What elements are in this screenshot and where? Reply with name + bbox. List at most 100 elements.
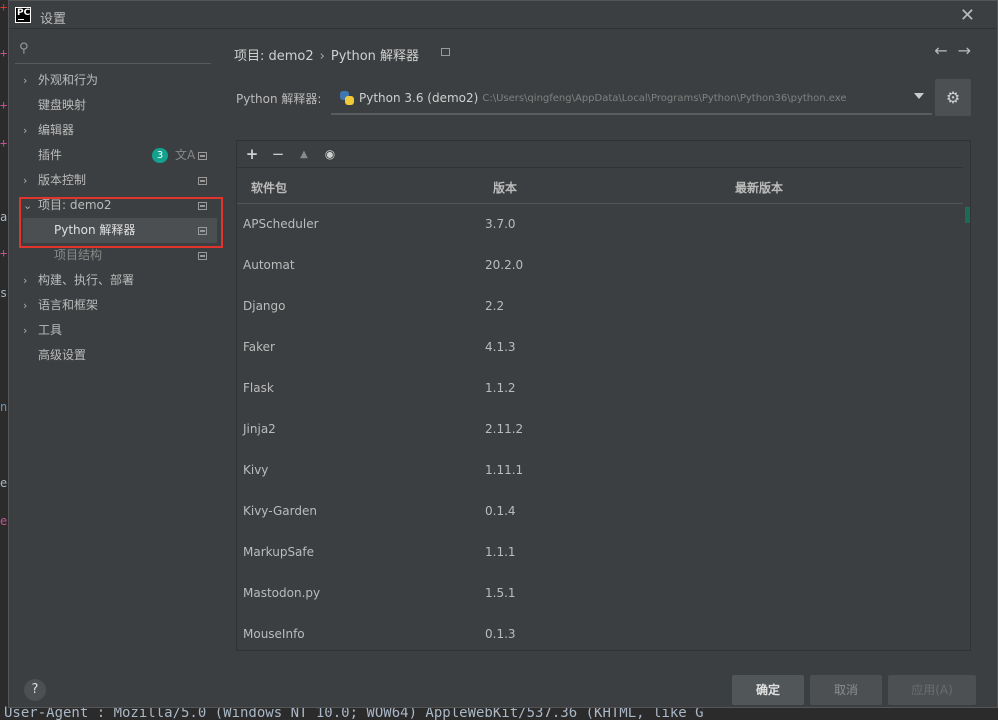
breadcrumb-separator: › <box>319 49 325 64</box>
sidebar-item-label: 版本控制 <box>38 173 87 187</box>
version-cell: 2.2 <box>485 299 505 313</box>
title-bar: PC 设置 ✕ <box>9 1 997 29</box>
add-package-button[interactable]: + <box>239 145 265 163</box>
breadcrumb-project[interactable]: 项目: demo2 <box>234 49 314 64</box>
table-row[interactable]: MouseInfo 0.1.3 <box>237 614 963 655</box>
table-row[interactable]: APScheduler 3.7.0 <box>237 204 963 245</box>
background-editor-gutter: + + + + a + s n e e <box>0 0 8 720</box>
ok-button[interactable]: 确定 <box>732 675 804 705</box>
sidebar-item-keymap[interactable]: 键盘映射 <box>9 93 221 118</box>
close-icon[interactable]: ✕ <box>960 5 975 26</box>
history-navigation: ← → <box>924 41 971 60</box>
settings-dialog: PC 设置 ✕ ⚲ › 外观和行为 键盘映射 › 编辑器 插件 3 文A › 版… <box>8 0 998 708</box>
sidebar-item-label: 插件 <box>38 148 63 162</box>
settings-sidebar: ⚲ › 外观和行为 键盘映射 › 编辑器 插件 3 文A › 版本控制 ⌄ 项目… <box>9 30 223 664</box>
project-scope-icon <box>441 48 450 56</box>
chevron-right-icon: › <box>23 74 28 87</box>
remove-package-button[interactable]: − <box>265 145 291 163</box>
show-early-releases-eye-icon[interactable]: ◉ <box>317 147 343 161</box>
package-name-cell: Faker <box>243 340 275 354</box>
pycharm-logo-icon: PC <box>15 7 31 23</box>
package-name-cell: MouseInfo <box>243 627 305 641</box>
sidebar-item-version-control[interactable]: › 版本控制 <box>9 168 221 193</box>
chevron-right-icon: › <box>23 124 28 137</box>
table-row[interactable]: Automat 20.2.0 <box>237 245 963 286</box>
packages-table-body: APScheduler 3.7.0 Automat 20.2.0 Django 2.2… <box>237 204 963 655</box>
table-row[interactable]: Kivy 1.11.1 <box>237 450 963 491</box>
plugin-updates-badge: 3 <box>152 148 168 163</box>
sidebar-item-label: 工具 <box>38 323 63 337</box>
interpreter-path: C:\Users\qingfeng\AppData\Local\Programs… <box>482 92 847 104</box>
package-name-cell: APScheduler <box>243 217 319 231</box>
interpreter-select[interactable]: Python 3.6 (demo2) C:\Users\qingfeng\App… <box>331 83 932 115</box>
package-name-cell: Kivy <box>243 463 269 477</box>
window-title: 设置 <box>40 12 67 27</box>
version-cell: 4.1.3 <box>485 340 516 354</box>
sidebar-item-label: 构建、执行、部署 <box>38 273 135 287</box>
sidebar-item-build[interactable]: › 构建、执行、部署 <box>9 268 221 293</box>
version-cell: 0.1.4 <box>485 504 516 518</box>
back-arrow-icon[interactable]: ← <box>934 41 947 60</box>
interpreter-settings-button[interactable]: ⚙ <box>935 79 971 116</box>
table-row[interactable]: Kivy-Garden 0.1.4 <box>237 491 963 532</box>
packages-toolbar: + − ▲ ◉ <box>237 141 970 167</box>
package-name-cell: Jinja2 <box>243 422 276 436</box>
sidebar-item-label: 高级设置 <box>38 348 87 362</box>
sidebar-item-languages[interactable]: › 语言和框架 <box>9 293 221 318</box>
packages-panel: + − ▲ ◉ 软件包 版本 最新版本 APScheduler 3.7.0 Aut… <box>236 140 971 651</box>
apply-button[interactable]: 应用(A) <box>888 675 976 705</box>
sidebar-item-appearance[interactable]: › 外观和行为 <box>9 68 221 93</box>
chevron-right-icon: › <box>23 274 28 287</box>
package-name-cell: Kivy-Garden <box>243 504 317 518</box>
table-row[interactable]: Jinja2 2.11.2 <box>237 409 963 450</box>
project-scope-icon <box>198 152 207 160</box>
table-row[interactable]: Faker 4.1.3 <box>237 327 963 368</box>
version-cell: 1.1.2 <box>485 381 516 395</box>
table-scrollbar[interactable] <box>965 207 970 223</box>
sidebar-item-tools[interactable]: › 工具 <box>9 318 221 343</box>
version-cell: 20.2.0 <box>485 258 524 272</box>
search-input[interactable]: ⚲ <box>15 38 211 64</box>
sidebar-item-advanced[interactable]: 高级设置 <box>9 343 221 368</box>
column-header-version[interactable]: 版本 <box>493 179 517 196</box>
version-cell: 2.11.2 <box>485 422 524 436</box>
package-name-cell: Automat <box>243 258 295 272</box>
sidebar-item-editor[interactable]: › 编辑器 <box>9 118 221 143</box>
sidebar-item-label: 语言和框架 <box>38 298 99 312</box>
translate-icon: 文A <box>175 148 196 162</box>
version-cell: 1.11.1 <box>485 463 524 477</box>
sidebar-item-label: 键盘映射 <box>38 98 87 112</box>
breadcrumb: 项目: demo2 › Python 解释器 <box>234 45 419 64</box>
project-scope-icon <box>198 252 207 260</box>
package-name-cell: Django <box>243 299 286 313</box>
table-row[interactable]: MarkupSafe 1.1.1 <box>237 532 963 573</box>
table-row[interactable]: Mastodon.py 1.5.1 <box>237 573 963 614</box>
sidebar-item-label: 编辑器 <box>38 123 75 137</box>
column-header-latest-version[interactable]: 最新版本 <box>735 179 783 196</box>
forward-arrow-icon[interactable]: → <box>958 41 971 60</box>
project-scope-icon <box>198 177 207 185</box>
upgrade-package-button[interactable]: ▲ <box>291 149 317 160</box>
breadcrumb-page: Python 解释器 <box>330 49 420 64</box>
interpreter-name: Python 3.6 (demo2) <box>359 91 479 105</box>
version-cell: 3.7.0 <box>485 217 516 231</box>
chevron-right-icon: › <box>23 174 28 187</box>
column-header-package[interactable]: 软件包 <box>251 179 287 196</box>
interpreter-label: Python 解释器: <box>236 92 322 106</box>
annotation-highlight-box <box>19 197 223 248</box>
version-cell: 1.1.1 <box>485 545 516 559</box>
table-row[interactable]: Django 2.2 <box>237 286 963 327</box>
version-cell: 1.5.1 <box>485 586 516 600</box>
help-button[interactable]: ? <box>24 679 46 701</box>
chevron-right-icon: › <box>23 299 28 312</box>
chevron-right-icon: › <box>23 324 28 337</box>
dropdown-arrow-icon <box>914 93 924 99</box>
table-row[interactable]: Flask 1.1.2 <box>237 368 963 409</box>
gear-icon: ⚙ <box>945 88 961 107</box>
cancel-button[interactable]: 取消 <box>810 675 882 705</box>
background-editor-line: User-Agent : Mozilla/5.0 (Windows NT 10.… <box>0 706 998 720</box>
package-name-cell: MarkupSafe <box>243 545 315 559</box>
sidebar-item-plugins[interactable]: 插件 3 文A <box>9 143 221 168</box>
python-icon <box>340 91 354 105</box>
sidebar-item-label: 外观和行为 <box>38 73 99 87</box>
